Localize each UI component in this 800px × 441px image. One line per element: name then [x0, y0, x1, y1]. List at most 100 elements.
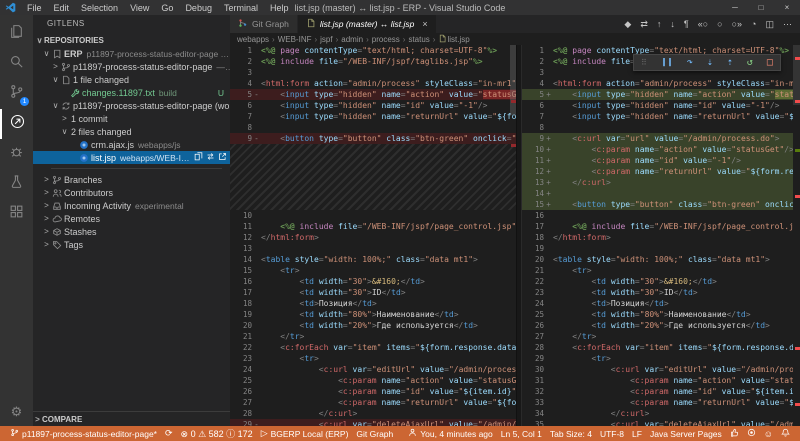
- code-line-12[interactable]: 12</html:form>: [230, 232, 516, 243]
- code-line-7[interactable]: 7 <input type="hidden" name="returnUrl" …: [522, 111, 793, 122]
- code-line-18[interactable]: 18</html:form>: [522, 232, 793, 243]
- split-editor-icon[interactable]: ◫: [765, 19, 774, 30]
- code-line-9[interactable]: 9+ <c:url var="url" value="/admin/proces…: [522, 133, 793, 144]
- code-line-19[interactable]: 19: [522, 243, 793, 254]
- code-line-30[interactable]: 30 <c:url var="editUrl" value="/admin/pr…: [522, 364, 793, 375]
- code-line-5[interactable]: 5+ <input type="hidden" name="action" va…: [522, 89, 793, 100]
- status-branch-status[interactable]: p11897-process-status-editor-page*: [6, 427, 161, 440]
- swap-icon[interactable]: [206, 152, 215, 163]
- code-line-24[interactable]: 24 <c:url var="editUrl" value="/admin/pr…: [230, 364, 516, 375]
- issue-icon[interactable]: [743, 428, 760, 439]
- tree-item-1-commit[interactable]: >1 commit: [33, 112, 230, 125]
- code-line-24[interactable]: 24 <td>Позиция</td>: [522, 298, 793, 309]
- code-line-26[interactable]: 26 <c:param name="id" value="${item.id}"…: [230, 386, 516, 397]
- code-line-29[interactable]: 29 <tr>: [522, 353, 793, 364]
- status-indentation[interactable]: Tab Size: 4: [546, 429, 596, 439]
- code-line-4[interactable]: 4<html:form action="admin/process" style…: [522, 78, 793, 89]
- code-line-32[interactable]: 32 <c:param name="id" value="${item.id}"…: [522, 386, 793, 397]
- diff-modified-pane[interactable]: 1<%@ page contentType="text/html; charse…: [522, 45, 793, 426]
- code-line-6[interactable]: 6 <input type="hidden" name="id" value="…: [230, 100, 516, 111]
- next-commit-icon[interactable]: ○»: [732, 19, 742, 29]
- code-line-25[interactable]: 25 <c:param name="action" value="statusG…: [230, 375, 516, 386]
- tab-git-graph[interactable]: Git Graph: [230, 15, 298, 33]
- debug-toolbar[interactable]: ⠿❙❙↷⇣⇡↺□: [633, 54, 781, 71]
- restart-icon[interactable]: ↺: [747, 57, 753, 68]
- activity-test[interactable]: [0, 169, 33, 199]
- menu-selection[interactable]: Selection: [75, 3, 124, 13]
- code-line-22[interactable]: 22 <td width="30">&#160;</td>: [522, 276, 793, 287]
- previous-commit-icon[interactable]: «○: [698, 19, 708, 29]
- step-out-icon[interactable]: ⇡: [727, 57, 733, 68]
- tree-item-p11897-process-status-editor-p[interactable]: ∨p11897-process-status-editor-page (work…: [33, 99, 230, 112]
- code-line-8[interactable]: 8: [522, 122, 793, 133]
- breadcrumb-item-status[interactable]: status: [408, 35, 429, 44]
- breadcrumb-item-web-inf[interactable]: WEB-INF: [278, 35, 312, 44]
- code-line-16[interactable]: 16 <td width="30">&#160;</td>: [230, 276, 516, 287]
- breadcrumb[interactable]: webapps›WEB-INF›jspf›admin›process›statu…: [230, 33, 800, 45]
- code-line-27[interactable]: 27 <c:param name="returnUrl" value="${fo…: [230, 397, 516, 408]
- tree-item-stashes[interactable]: >Stashes: [33, 225, 230, 238]
- code-line-28[interactable]: 28 <c:forEach var="item" items="${form.r…: [522, 342, 793, 353]
- code-line-4[interactable]: 4<html:form action="admin/process" style…: [230, 78, 516, 89]
- tree-item-contributors[interactable]: >Contributors: [33, 186, 230, 199]
- status-eol[interactable]: LF: [628, 429, 646, 439]
- tree-item-erp[interactable]: ∨ERPp11897-process-status-editor-page • …: [33, 47, 230, 60]
- activity-gitlens[interactable]: [0, 109, 33, 139]
- code-line-5[interactable]: 5- <input type="hidden" name="action" va…: [230, 89, 516, 100]
- notifications-bell-icon[interactable]: [777, 428, 794, 439]
- more-actions-icon[interactable]: ⋯: [783, 19, 792, 30]
- menu-edit[interactable]: Edit: [48, 3, 76, 13]
- status-language-mode[interactable]: Java Server Pages: [646, 429, 726, 439]
- toggle-whitespace-icon[interactable]: ¶: [684, 19, 689, 29]
- code-line-27[interactable]: 27 </tr>: [522, 331, 793, 342]
- menu-file[interactable]: File: [21, 3, 48, 13]
- code-line-20[interactable]: 20 <td width="20%">Где используется</td>: [230, 320, 516, 331]
- menu-view[interactable]: View: [124, 3, 155, 13]
- code-line-3[interactable]: 3: [230, 67, 516, 78]
- activity-source-control[interactable]: 1: [0, 79, 33, 109]
- code-line-31[interactable]: 31 <c:param name="action" value="statusG…: [522, 375, 793, 386]
- status-cursor-position[interactable]: Ln 5, Col 1: [497, 429, 546, 439]
- code-line-35[interactable]: 35 <c:url var="deleteAjaxUrl" value="/ad…: [522, 419, 793, 426]
- code-line-28[interactable]: 28 </c:url>: [230, 408, 516, 419]
- code-line-13[interactable]: 13+ </c:url>: [522, 177, 793, 188]
- breadcrumb-item-admin[interactable]: admin: [341, 35, 363, 44]
- code-line-16[interactable]: 16: [522, 210, 793, 221]
- status-sync-status[interactable]: ⟳: [161, 427, 177, 440]
- close-icon[interactable]: ×: [422, 19, 427, 29]
- code-line-17[interactable]: 17 <td width="30">ID</td>: [230, 287, 516, 298]
- code-line-29[interactable]: 29- <c:url var="deleteAjaxUrl" value="/a…: [230, 419, 516, 426]
- code-line-23[interactable]: 23 <td width="30">ID</td>: [522, 287, 793, 298]
- tree-item-list-jsp[interactable]: list.jspwebapps/WEB-INF/jspf/admin/pr...: [33, 151, 230, 164]
- tree-item-tags[interactable]: >Tags: [33, 238, 230, 251]
- code-line-9[interactable]: 9- <button type="button" class="btn-gree…: [230, 133, 516, 144]
- status-problems[interactable]: ⊗ 0 ⚠ 582 ⓘ 172: [177, 427, 257, 440]
- code-line-19[interactable]: 19 <td width="80%">Наименование</td>: [230, 309, 516, 320]
- maximize-button[interactable]: □: [748, 3, 774, 12]
- stop-icon[interactable]: □: [767, 57, 773, 68]
- tree-item-1-file-changed[interactable]: ∨1 file changed: [33, 73, 230, 86]
- code-line-11[interactable]: 11 <%@ include file="/WEB-INF/jspf/page_…: [230, 221, 516, 232]
- menu-terminal[interactable]: Terminal: [218, 3, 264, 13]
- pause-icon[interactable]: ❙❙: [661, 57, 673, 68]
- code-line-34[interactable]: 34 </c:url>: [522, 408, 793, 419]
- code-line-23[interactable]: 23 <tr>: [230, 353, 516, 364]
- activity-explorer[interactable]: [0, 19, 33, 49]
- code-line-33[interactable]: 33 <c:param name="returnUrl" value="${fo…: [522, 397, 793, 408]
- tree-item-changes-11897-txt[interactable]: changes.11897.txtbuildU: [33, 86, 230, 99]
- overview-ruler[interactable]: [793, 45, 800, 426]
- activity-search[interactable]: [0, 49, 33, 79]
- file-history-icon[interactable]: ◔: [751, 19, 756, 29]
- breadcrumb-item-list.jsp[interactable]: list.jsp: [438, 34, 469, 44]
- code-line-2[interactable]: 2<%@ include file="/WEB-INF/jspf/taglibs…: [230, 56, 516, 67]
- tree-item-2-files-changed[interactable]: ∨2 files changed: [33, 125, 230, 138]
- code-line-22[interactable]: 22 <c:forEach var="item" items="${form.r…: [230, 342, 516, 353]
- tab-list-jsp-master-list-jsp[interactable]: list.jsp (master) ↔ list.jsp×: [298, 15, 437, 33]
- code-line-7[interactable]: 7 <input type="hidden" name="returnUrl" …: [230, 111, 516, 122]
- code-line-1[interactable]: 1<%@ page contentType="text/html; charse…: [230, 45, 516, 56]
- code-line-11[interactable]: 11+ <c:param name="id" value="-1"/>: [522, 155, 793, 166]
- code-line-10[interactable]: 10+ <c:param name="action" value="status…: [522, 144, 793, 155]
- code-line-26[interactable]: 26 <td width="20%">Где используется</td>: [522, 320, 793, 331]
- breadcrumb-item-webapps[interactable]: webapps: [237, 35, 269, 44]
- menu-go[interactable]: Go: [155, 3, 179, 13]
